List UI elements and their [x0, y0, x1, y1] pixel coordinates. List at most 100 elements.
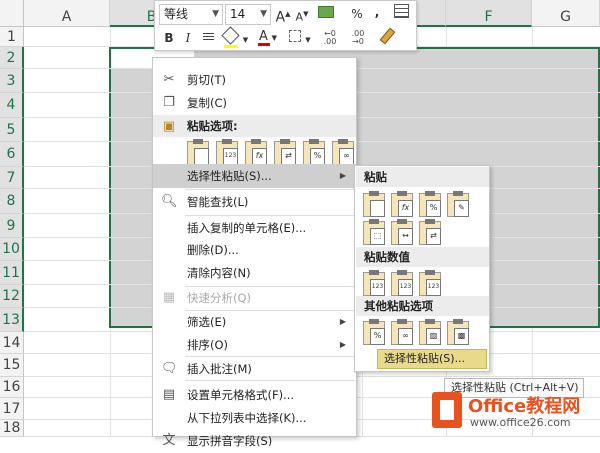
menu-item-smart-lookup[interactable]: 🔍︎ 智能查找(L) [153, 190, 356, 214]
row-header-14[interactable]: 14 [0, 332, 24, 354]
paste-formatting-icon[interactable]: % [363, 319, 385, 345]
submenu-arrow-icon: ▶ [339, 340, 346, 349]
row-header-8[interactable]: 8 [0, 189, 24, 214]
row-header-9[interactable]: 9 [0, 214, 24, 238]
font-color-button[interactable]: A ▼ [255, 26, 281, 46]
paste-values-icon[interactable]: 123 [216, 139, 238, 165]
paste-values-source-format-icon[interactable]: 123 [419, 270, 441, 296]
paste-link-icon[interactable]: ∞ [332, 139, 354, 165]
paste-formatting-icon[interactable]: % [303, 139, 325, 165]
paste-formulas-number-format-icon[interactable]: % [419, 191, 441, 217]
paste-option-icon[interactable] [187, 139, 209, 165]
mini-toolbar: 等线 ▼ 14 ▼ A▲ A▼ % , B I ▼ A ▼ ▼ ←0.00 .0… [154, 0, 417, 51]
grow-font-button[interactable]: A▲ [275, 4, 291, 26]
row-header-5[interactable]: 5 [0, 118, 24, 142]
menu-item-insert-comment[interactable]: 🗨︎ 插入批注(M) [153, 357, 356, 381]
row-header-15[interactable]: 15 [0, 354, 24, 377]
bold-button[interactable]: B [161, 28, 177, 48]
office-logo-icon [432, 392, 462, 428]
comment-icon: 🗨︎ [161, 361, 178, 376]
accounting-format-button[interactable] [315, 4, 337, 24]
paste-icon[interactable] [363, 191, 385, 217]
menu-item-paste-special[interactable]: 选择性粘贴(S)... ▶ [153, 164, 356, 188]
paste-options-header: ▣ 粘贴选项: [153, 115, 356, 137]
table-format-icon [393, 4, 409, 18]
font-name-combo[interactable]: 等线 ▼ [159, 4, 223, 25]
paste-keep-column-width-icon[interactable]: ↔ [391, 219, 413, 245]
font-size-combo[interactable]: 14 ▼ [225, 4, 271, 25]
paste-picture-icon[interactable]: ▨ [419, 319, 441, 345]
paste-formulas-icon[interactable]: fx [245, 139, 267, 165]
decrease-decimal-button[interactable]: .00 →0 [346, 30, 370, 50]
phonetic-icon: 文 [162, 433, 176, 448]
paint-bucket-icon [221, 26, 240, 45]
menu-item-format-cells[interactable]: ▤ 设置单元格格式(F)... [153, 383, 356, 407]
menu-item-pick-from-list[interactable]: 从下拉列表中选择(K)... [153, 406, 356, 430]
paste-link-icon[interactable]: ∞ [391, 319, 413, 345]
row-header-10[interactable]: 10 [0, 238, 24, 261]
menu-item-sort[interactable]: 排序(O) ▶ [153, 333, 356, 357]
menu-item-clear[interactable]: 清除内容(N) [153, 261, 356, 285]
paste-transpose-icon[interactable]: ⇄ [419, 219, 441, 245]
row-header-3[interactable]: 3 [0, 69, 24, 93]
paste-linked-picture-icon[interactable]: ▩ [447, 319, 469, 345]
submenu-arrow-icon: ▶ [339, 171, 346, 180]
paste-values-header: 粘贴数值 [356, 247, 489, 267]
row-header-17[interactable]: 17 [0, 398, 24, 420]
watermark-brand: Office教程网 [468, 396, 581, 417]
row-header-2[interactable]: 2 [0, 47, 24, 69]
chevron-down-icon[interactable]: ▼ [272, 34, 277, 42]
watermark-logo: Office教程网 www.office26.com [432, 388, 592, 434]
percent-style-button[interactable]: % [349, 4, 365, 24]
format-painter-button[interactable] [377, 27, 397, 48]
paste-values-number-format-icon[interactable]: 123 [391, 270, 413, 296]
borders-button[interactable]: ▼ [288, 28, 312, 48]
chevron-down-icon[interactable]: ▼ [243, 36, 248, 44]
row-header-7[interactable]: 7 [0, 167, 24, 189]
italic-button[interactable]: I [181, 28, 195, 48]
menu-item-filter[interactable]: 筛选(E) ▶ [153, 310, 356, 334]
increase-decimal-button[interactable]: ←0.00 [318, 30, 342, 50]
paste-icon: ▣ [162, 119, 176, 134]
row-header-4[interactable]: 4 [0, 93, 24, 118]
menu-item-copy[interactable]: ❐ 复制(C) [153, 91, 356, 115]
paste-header: 粘贴 [356, 167, 489, 187]
row-header-13[interactable]: 13 [0, 308, 24, 332]
column-header-g[interactable]: G [532, 0, 600, 27]
row-header-1[interactable]: 1 [0, 27, 24, 47]
row-header-16[interactable]: 16 [0, 377, 24, 398]
chevron-down-icon[interactable]: ▼ [305, 36, 310, 44]
row-header-11[interactable]: 11 [0, 261, 24, 285]
menu-item-delete[interactable]: 删除(D)... [153, 238, 356, 262]
comma-style-button[interactable]: , [370, 2, 384, 22]
font-size-value: 14 [230, 7, 246, 21]
chevron-down-icon[interactable]: ▼ [212, 5, 219, 24]
format-cells-icon: ▤ [162, 387, 176, 402]
menu-item-insert-copied[interactable]: 插入复制的单元格(E)... [153, 216, 356, 240]
paste-no-borders-icon[interactable]: ⬚ [363, 219, 385, 245]
paste-transpose-icon[interactable]: ⇄ [274, 139, 296, 165]
select-all-corner[interactable] [0, 0, 24, 27]
row-header-12[interactable]: 12 [0, 285, 24, 308]
column-header-a[interactable]: A [24, 0, 110, 27]
row-header-6[interactable]: 6 [0, 142, 24, 167]
paste-values-icon[interactable]: 123 [363, 270, 385, 296]
align-center-button[interactable] [199, 28, 217, 48]
column-header-f[interactable]: F [446, 0, 532, 27]
menu-item-quick-analysis: ▦ 快速分析(Q) [162, 290, 252, 305]
shrink-font-button[interactable]: A▼ [294, 4, 310, 24]
fill-color-button[interactable]: ▼ [221, 26, 251, 48]
submenu-item-paste-special[interactable]: 选择性粘贴(S)... [377, 349, 487, 369]
paste-formulas-icon[interactable]: fx [391, 191, 413, 217]
format-table-button[interactable] [391, 4, 411, 24]
paste-keep-source-format-icon[interactable]: ✎ [447, 191, 469, 217]
menu-item-phonetic[interactable]: 文 显示拼音字段(S) [153, 429, 356, 453]
row-header-18[interactable]: 18 [0, 420, 24, 437]
other-paste-options-header: 其他粘贴选项 [356, 296, 489, 316]
watermark-url: www.office26.com [470, 416, 571, 429]
chevron-down-icon[interactable]: ▼ [260, 5, 267, 24]
menu-divider [185, 380, 355, 381]
menu-item-cut[interactable]: ✂ 剪切(T) [153, 68, 356, 92]
money-icon [318, 6, 334, 18]
borders-icon [289, 30, 302, 42]
